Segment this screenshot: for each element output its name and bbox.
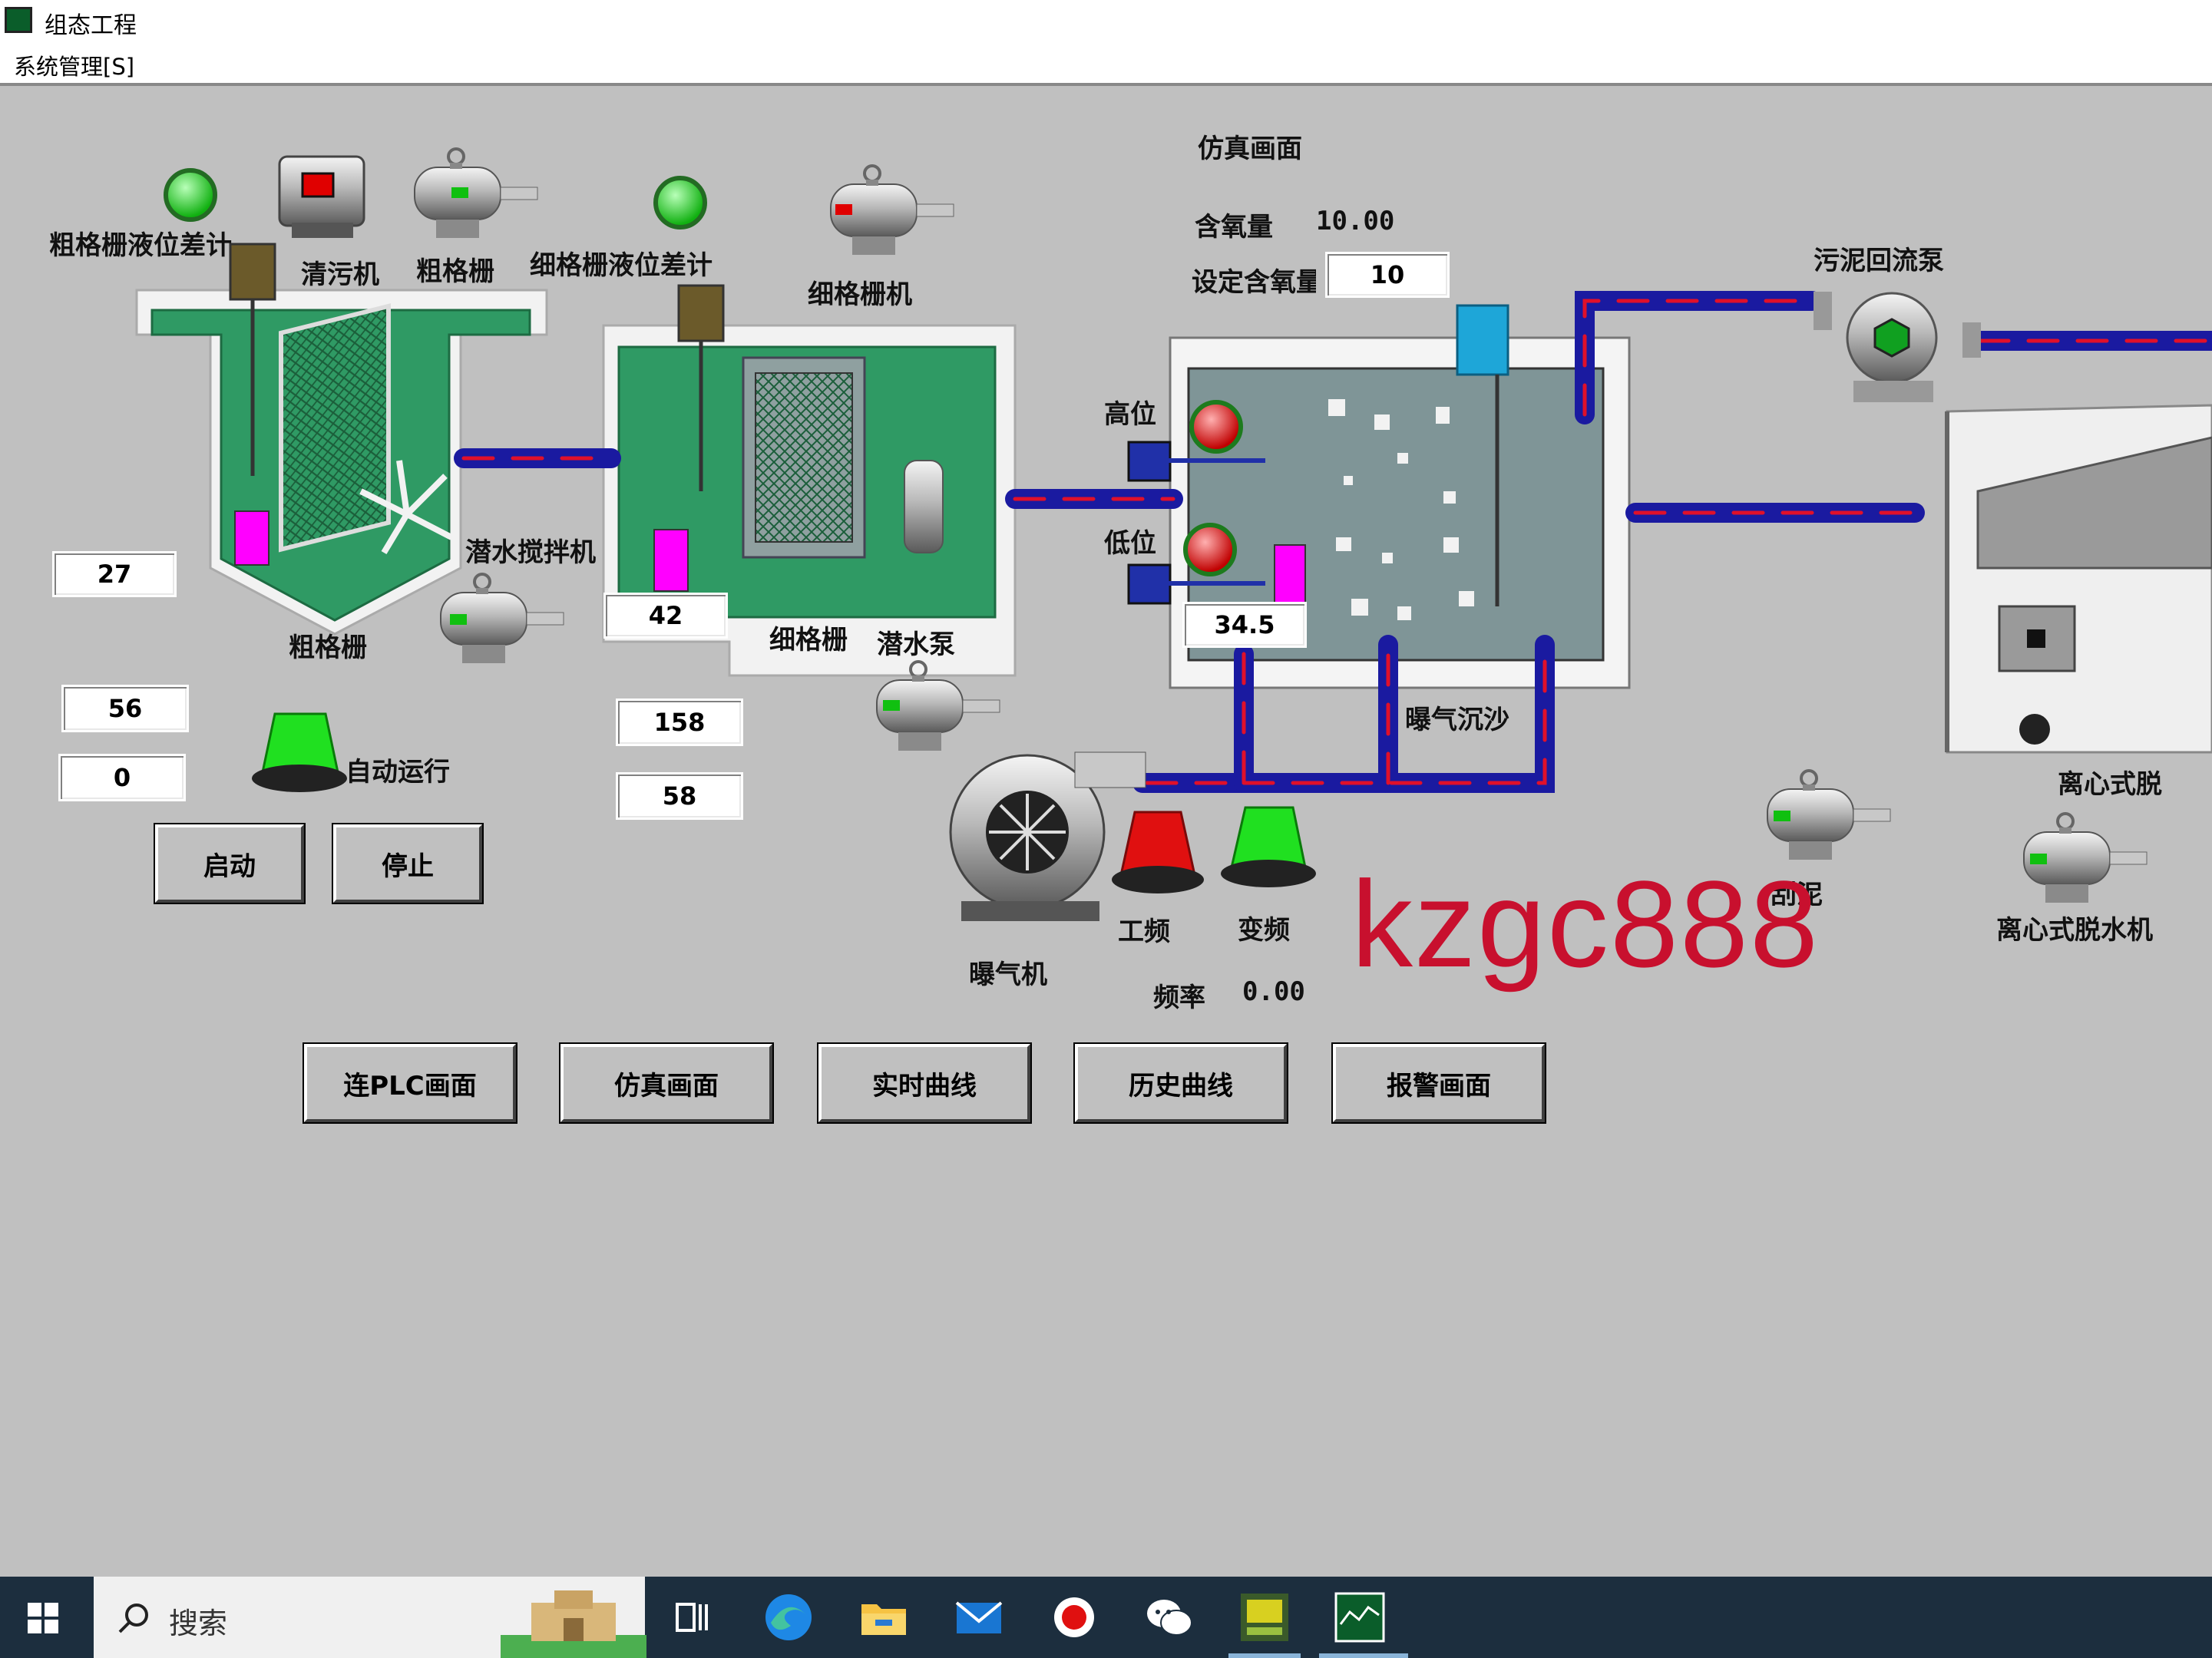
screen-recorder-icon[interactable] xyxy=(1046,1589,1103,1646)
submersible-mixer-label: 潜水搅拌机 xyxy=(465,537,596,568)
value-box-27: 27 xyxy=(52,551,177,597)
nav-history-curve-button[interactable]: 历史曲线 xyxy=(1073,1042,1288,1124)
blower-icon xyxy=(949,751,1146,921)
nav-plc-screen-button[interactable]: 连PLC画面 xyxy=(303,1042,517,1124)
search-placeholder: 搜索 xyxy=(169,1607,228,1640)
value-box-0: 0 xyxy=(58,754,186,801)
mcgs-active-indicator xyxy=(1228,1653,1301,1658)
sludge-return-pump-icon xyxy=(1814,292,1981,402)
task-view-icon[interactable] xyxy=(663,1589,720,1646)
edge-browser-icon[interactable] xyxy=(760,1589,817,1646)
oxygen-value: 10.00 xyxy=(1316,206,1395,236)
sludge-return-pump-label: 污泥回流泵 xyxy=(1814,246,1944,276)
screen-title: 仿真画面 xyxy=(1198,134,1302,164)
oxygen-setpoint-input[interactable]: 10 xyxy=(1325,252,1450,298)
centrifugal-dewater-label: 离心式脱水机 xyxy=(1996,915,2153,946)
nav-alarm-screen-button[interactable]: 报警画面 xyxy=(1331,1042,1546,1124)
submersible-pump-label: 潜水泵 xyxy=(877,629,955,660)
mcgs-app-icon[interactable] xyxy=(1236,1589,1293,1646)
wechat-icon[interactable] xyxy=(1141,1589,1198,1646)
scada-project-icon[interactable] xyxy=(1331,1589,1388,1646)
mail-icon[interactable] xyxy=(951,1589,1007,1646)
cleaner-label: 清污机 xyxy=(301,259,379,290)
windows-start-icon[interactable] xyxy=(28,1603,58,1633)
process-diagram xyxy=(135,147,2212,921)
coarse-grid-machine-pump-icon xyxy=(413,147,539,239)
window-title: 组态工程 xyxy=(45,12,137,39)
high-level-label: 高位 xyxy=(1104,399,1156,430)
value-box-34-5: 34.5 xyxy=(1182,602,1307,648)
nav-simulation-screen-button[interactable]: 仿真画面 xyxy=(559,1042,774,1124)
blower-label: 曝气机 xyxy=(969,959,1047,990)
value-box-42: 42 xyxy=(603,593,728,639)
cleaner-motor-icon xyxy=(278,155,365,238)
coarse-grid-label: 粗格栅 xyxy=(289,632,367,663)
centrifugal-top-label: 离心式脱 xyxy=(2058,769,2162,800)
fine-grid-label: 细格栅 xyxy=(769,625,848,656)
scada-project-active-indicator xyxy=(1319,1653,1408,1658)
nav-realtime-curve-button[interactable]: 实时曲线 xyxy=(817,1042,1032,1124)
frequency-value: 0.00 xyxy=(1242,976,1305,1007)
variable-freq-label: 变频 xyxy=(1238,915,1290,946)
aeration-grit-label: 曝气沉沙 xyxy=(1405,705,1509,735)
menu-system-management[interactable]: 系统管理[S] xyxy=(14,49,134,81)
coarse-level-diff-label: 粗格栅液位差计 xyxy=(49,230,232,261)
title-bar: 组态工程 xyxy=(0,0,2212,43)
taskbar-search-box[interactable]: 搜索 xyxy=(94,1577,646,1658)
value-box-158: 158 xyxy=(616,699,743,746)
fine-grid-machine-label: 细格栅机 xyxy=(808,279,912,310)
menu-bar: 系统管理[S] xyxy=(0,43,2212,86)
search-highlight-landmark-icon xyxy=(501,1590,646,1658)
taskbar: 搜索 xyxy=(0,1577,2212,1658)
low-level-label: 低位 xyxy=(1104,528,1156,559)
scada-canvas: 仿真画面 含氧量 10.00 设定含氧量 10 粗格栅液位差计 清污机 粗格栅 … xyxy=(0,86,2212,1577)
power-freq-label: 工频 xyxy=(1118,917,1170,947)
search-icon xyxy=(118,1604,148,1633)
watermark-text: kzgc888 xyxy=(1351,855,1820,992)
centrifuge-icon xyxy=(1945,404,2212,754)
value-box-58: 58 xyxy=(616,772,743,820)
fine-level-diff-label: 细格栅液位差计 xyxy=(530,250,713,281)
auto-run-label: 自动运行 xyxy=(346,757,450,788)
frequency-label: 频率 xyxy=(1153,983,1205,1013)
app-icon xyxy=(5,7,32,33)
oxygen-setpoint-label: 设定含氧量 xyxy=(1192,267,1316,298)
file-explorer-icon[interactable] xyxy=(855,1589,912,1646)
start-button[interactable]: 启动 xyxy=(154,823,306,904)
value-box-56: 56 xyxy=(61,685,189,732)
oxygen-label: 含氧量 xyxy=(1195,212,1273,243)
coarse-grid-machine-label: 粗格栅 xyxy=(416,256,494,287)
stop-button[interactable]: 停止 xyxy=(332,823,484,904)
